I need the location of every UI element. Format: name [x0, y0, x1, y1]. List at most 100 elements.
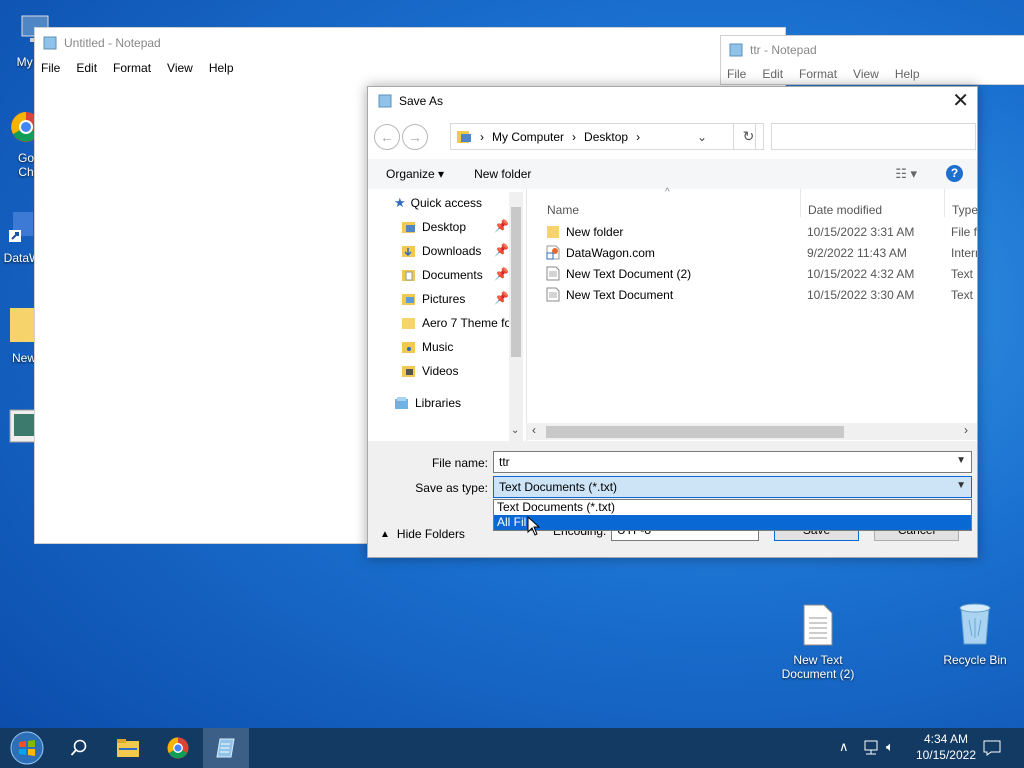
refresh-button[interactable]: ↻	[733, 123, 764, 150]
help-icon[interactable]: ?	[946, 165, 963, 182]
file-row[interactable]: New Text Document 10/15/2022 3:30 AM Tex…	[546, 284, 977, 305]
forward-button[interactable]: →	[402, 124, 428, 150]
taskbar-search-button[interactable]	[56, 728, 102, 768]
savetype-dropdown-list: Text Documents (*.txt) All Fil	[493, 499, 972, 531]
nav-label: Aero 7 Theme fo	[422, 316, 512, 330]
nav-label: Pictures	[422, 292, 466, 306]
back-button[interactable]: ←	[374, 124, 400, 150]
volume-icon[interactable]: 🔈︎	[886, 739, 894, 755]
nav-item-videos[interactable]: Videos	[401, 360, 458, 382]
menu-edit[interactable]: Edit	[762, 67, 783, 81]
search-input[interactable]	[771, 123, 976, 150]
pin-icon: 📌	[494, 267, 509, 281]
menu-format[interactable]: Format	[799, 67, 837, 81]
chevron-up-icon[interactable]: ∧	[839, 739, 849, 755]
savetype-option-text[interactable]: Text Documents (*.txt)	[494, 500, 971, 515]
nav-item-documents[interactable]: Documents	[401, 264, 483, 286]
filename-value: ttr	[499, 455, 510, 469]
column-header-type[interactable]: Type	[952, 203, 978, 217]
refresh-icon: ↻	[742, 128, 755, 144]
desktop-icon-label: New Text Document (2)	[781, 653, 855, 681]
column-header-date[interactable]: Date modified	[808, 203, 882, 217]
menu-view[interactable]: View	[853, 67, 879, 81]
notepad-menubar: File Edit Format View Help	[721, 64, 1024, 84]
savetype-label: Save as type:	[415, 481, 488, 495]
menu-help[interactable]: Help	[209, 61, 234, 75]
text-file-icon	[546, 266, 560, 281]
organize-button[interactable]: Organize ▾	[386, 167, 444, 181]
network-icon[interactable]	[862, 740, 880, 756]
taskbar-chrome[interactable]	[155, 728, 201, 768]
chevron-down-icon[interactable]: ⌄	[511, 425, 519, 436]
address-bar[interactable]: › My Computer › Desktop › ⌄	[450, 123, 756, 150]
view-options-icon[interactable]: ☷ ▾	[895, 166, 917, 182]
nav-quick-access[interactable]: ★ Quick access	[394, 192, 482, 214]
file-row[interactable]: New folder 10/15/2022 3:31 AM File fo	[546, 221, 977, 242]
desktop-icon-new-text-document-2[interactable]: New Text Document (2)	[780, 604, 856, 681]
close-button[interactable]: ✕	[952, 91, 969, 111]
nav-label: Documents	[422, 268, 483, 282]
desktop-icon-recycle-bin[interactable]: Recycle Bin	[937, 600, 1013, 667]
taskbar-notepad[interactable]	[203, 728, 249, 768]
new-folder-button[interactable]: New folder	[474, 167, 531, 181]
navigation-pane: ★ Quick access Desktop 📌 Downloads 📌 Doc…	[368, 192, 523, 442]
nav-label: Libraries	[415, 396, 462, 410]
menu-format[interactable]: Format	[113, 61, 151, 75]
menu-file[interactable]: File	[727, 67, 746, 81]
file-date: 10/15/2022 3:31 AM	[807, 224, 915, 239]
notepad-icon	[43, 36, 57, 50]
chrome-icon	[167, 737, 189, 759]
savetype-select[interactable]: Text Documents (*.txt) ▼	[493, 476, 972, 498]
file-type: Intern	[951, 245, 977, 260]
taskbar-file-explorer[interactable]	[105, 728, 151, 768]
filename-input[interactable]: ttr ▼	[493, 451, 972, 473]
file-row[interactable]: DataWagon.com 9/2/2022 11:43 AM Intern	[546, 242, 977, 263]
notepad-title: Untitled - Notepad	[64, 36, 161, 50]
nav-item-music[interactable]: Music	[401, 336, 453, 358]
notification-icon[interactable]	[983, 740, 1001, 756]
dialog-titlebar[interactable]: Save As	[378, 94, 443, 108]
chevron-right-icon[interactable]: ›	[964, 423, 968, 437]
chevron-left-icon[interactable]: ‹	[532, 423, 536, 437]
chevron-up-icon: ▲	[380, 528, 390, 540]
breadcrumb-separator: ›	[572, 129, 577, 144]
folder-icon	[402, 270, 415, 281]
clock-time: 4:34 AM	[923, 732, 968, 746]
nav-item-aero-theme[interactable]: Aero 7 Theme fo	[401, 312, 511, 334]
breadcrumb-separator: ›	[480, 129, 484, 144]
nav-libraries[interactable]: Libraries	[394, 392, 461, 414]
text-file-icon	[803, 604, 833, 646]
recycle-bin-icon	[959, 603, 991, 645]
file-row[interactable]: New Text Document (2) 10/15/2022 4:32 AM…	[546, 263, 977, 284]
shortcut-icon	[9, 212, 33, 242]
menu-edit[interactable]: Edit	[76, 61, 97, 75]
column-header-name[interactable]: Name	[547, 203, 579, 217]
scrollbar-thumb[interactable]	[511, 207, 521, 357]
nav-item-desktop[interactable]: Desktop	[401, 216, 466, 238]
savetype-option-all-files[interactable]: All Fil	[494, 515, 971, 530]
start-button[interactable]	[2, 728, 52, 768]
chevron-down-icon[interactable]: ▼	[956, 455, 966, 466]
chevron-down-icon[interactable]: ▼	[956, 480, 966, 491]
desktop-icon-label: Recycle Bin	[943, 653, 1007, 667]
breadcrumb-my-computer[interactable]: My Computer	[492, 130, 564, 144]
hide-folders-button[interactable]: ▲ Hide Folders	[380, 527, 465, 541]
menu-view[interactable]: View	[167, 61, 193, 75]
search-icon	[70, 739, 87, 756]
nav-item-pictures[interactable]: Pictures	[401, 288, 465, 310]
notepad-titlebar[interactable]: Untitled - Notepad	[35, 28, 785, 58]
star-icon: ★	[394, 195, 406, 210]
text-file-icon	[546, 287, 560, 302]
folder-icon	[547, 226, 559, 238]
menu-file[interactable]: File	[41, 61, 60, 75]
breadcrumb-desktop[interactable]: Desktop	[584, 130, 628, 144]
column-divider	[944, 189, 945, 217]
dialog-toolbar: Organize ▾ New folder ☷ ▾ ?	[368, 159, 977, 189]
notepad-titlebar[interactable]: ttr - Notepad	[721, 36, 1024, 64]
nav-item-downloads[interactable]: Downloads	[401, 240, 481, 262]
menu-help[interactable]: Help	[895, 67, 920, 81]
file-name: DataWagon.com	[566, 245, 655, 260]
system-clock[interactable]: 4:34 AM 10/15/2022	[916, 731, 976, 763]
scrollbar-thumb[interactable]	[546, 426, 844, 438]
chevron-down-icon[interactable]: ⌄	[697, 130, 707, 144]
